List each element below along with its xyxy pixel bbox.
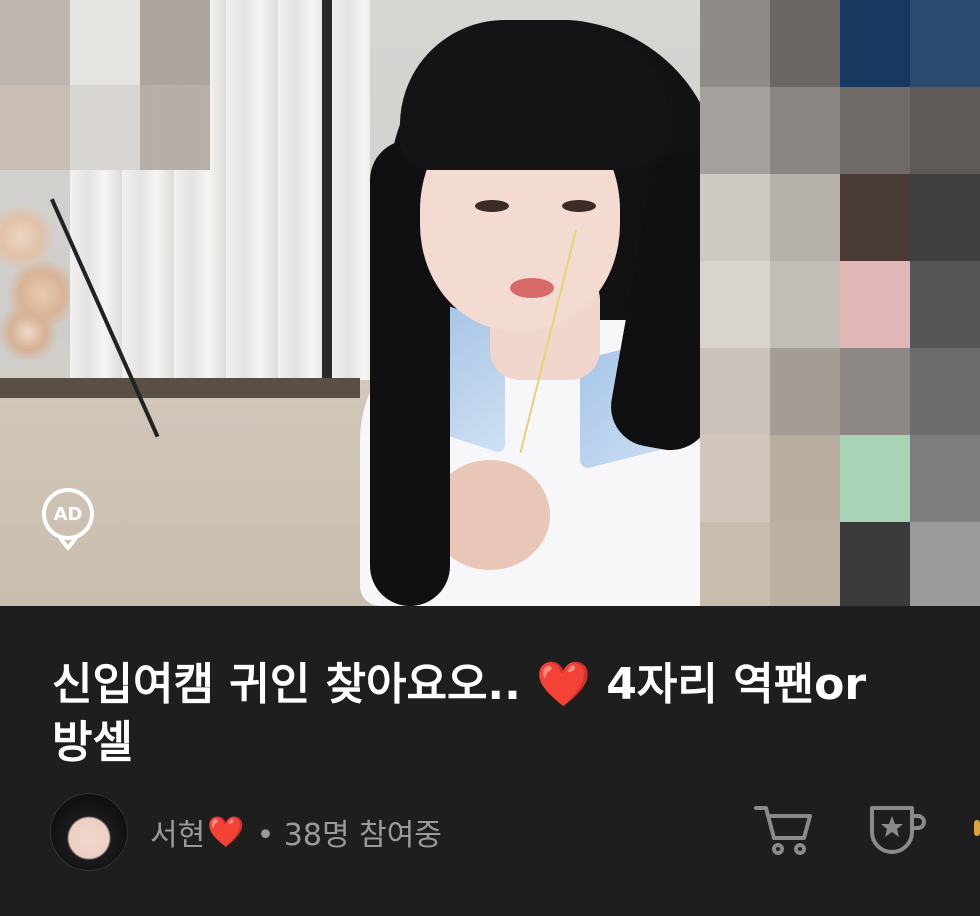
star-cup-icon [870,806,926,854]
background-baseboard [0,378,360,398]
stream-meta: 서현 ❤️ • 38명 참여중 [50,792,980,872]
stream-card[interactable]: AD 신입여캠 귀인 찾아요오.. ❤️ 4자리 역팬or방셀 서현 ❤️ • … [0,0,980,916]
streamer-avatar[interactable] [50,793,128,871]
video-preview[interactable]: AD [0,0,980,606]
streamer-heart-icon: ❤️ [207,814,245,850]
edge-indicator [974,820,980,836]
pixelated-overlay-left [0,0,210,170]
ad-badge: AD [40,488,96,550]
star-cup-button[interactable] [866,802,930,858]
stream-info: 신입여캠 귀인 찾아요오.. ❤️ 4자리 역팬or방셀 서현 ❤️ • 38명… [0,606,980,916]
title-heart-icon: ❤️ [536,659,591,710]
streamer-name[interactable]: 서현 [150,810,205,854]
background-flowers [0,180,70,370]
cart-button[interactable] [752,802,816,858]
stream-title[interactable]: 신입여캠 귀인 찾아요오.. ❤️ 4자리 역팬or방셀 [52,656,872,772]
viewer-count: • 38명 참여중 [256,818,442,853]
stream-title-text-1: 신입여캠 귀인 찾아요오.. [52,659,537,710]
cart-icon [754,806,812,855]
pixelated-overlay-right [700,0,980,606]
ad-badge-label: AD [53,503,83,525]
